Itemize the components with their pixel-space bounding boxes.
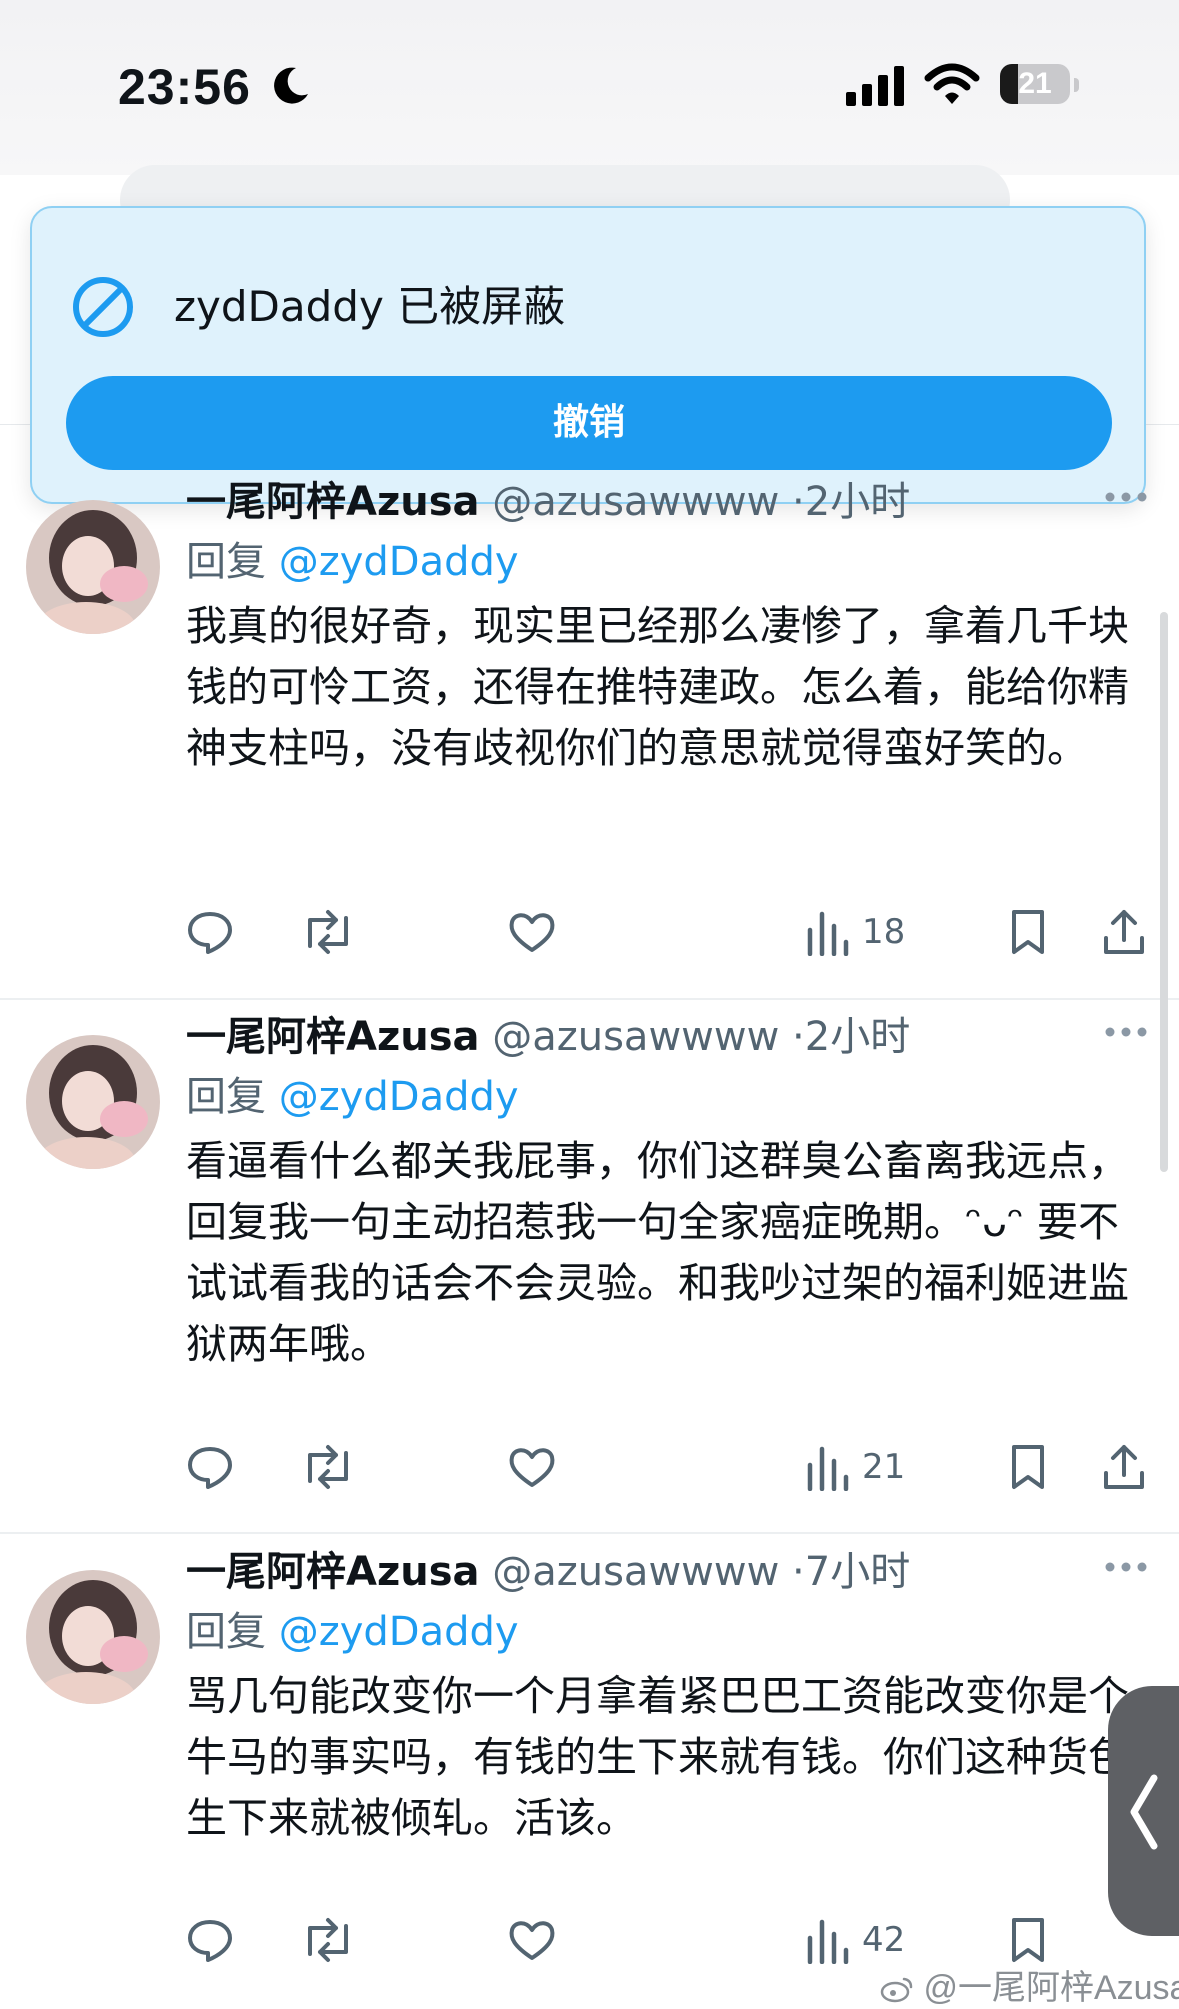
views-icon[interactable] [804, 1443, 852, 1491]
like-icon[interactable] [508, 908, 556, 956]
views-count: 42 [862, 1920, 906, 1960]
author-name[interactable]: 一尾阿梓Azusa [186, 1014, 480, 1060]
undo-button[interactable]: 撤销 [66, 376, 1112, 470]
share-icon[interactable] [1100, 908, 1148, 956]
reply-icon[interactable] [186, 1916, 234, 1964]
blocked-toast: zydDaddy 已被屏蔽 撤销 [30, 206, 1146, 504]
action-bar: 21 [186, 1443, 1146, 1493]
retweet-icon[interactable] [300, 1443, 356, 1491]
signal-icon [846, 66, 904, 106]
views-icon[interactable] [804, 908, 852, 956]
tweet-header: 一尾阿梓Azusa @azusawwww ·2小时 [186, 1009, 910, 1065]
avatar[interactable] [26, 500, 160, 634]
toast-message: zydDaddy 已被屏蔽 [174, 282, 566, 331]
reply-icon[interactable] [186, 908, 234, 956]
reply-mention[interactable]: @zydDaddy [279, 1074, 519, 1120]
reply-context: 回复 @zydDaddy [186, 534, 519, 590]
author-handle[interactable]: @azusawwww [492, 1549, 779, 1595]
like-icon[interactable] [508, 1443, 556, 1491]
author-name[interactable]: 一尾阿梓Azusa [186, 479, 480, 525]
status-time: 23:56 [118, 59, 251, 115]
action-bar: 18 [186, 908, 1146, 958]
reply-mention[interactable]: @zydDaddy [279, 1609, 519, 1655]
reply-context: 回复 @zydDaddy [186, 1069, 519, 1125]
tweet-text: 骂几句能改变你一个月拿着紧巴巴工资能改变你是个牛马的事实吗，有钱的生下来就有钱。… [186, 1672, 1129, 1842]
scroll-indicator[interactable] [1160, 612, 1168, 1172]
author-handle[interactable]: @azusawwww [492, 1014, 779, 1060]
battery-nub [1074, 78, 1079, 92]
tweet-divider [0, 1532, 1179, 1534]
moon-icon [274, 67, 308, 104]
views-icon[interactable] [804, 1916, 852, 1964]
reply-prefix: 回复 [186, 539, 266, 585]
reply-context: 回复 @zydDaddy [186, 1604, 519, 1660]
reply-prefix: 回复 [186, 1609, 266, 1655]
blocked-icon [73, 277, 133, 337]
tweet-text: 看逼看什么都关我屁事，你们这群臭公畜离我远点，回复我一句主动招惹我一句全家癌症晚… [186, 1137, 1129, 1368]
weibo-icon [880, 1977, 913, 2003]
tweet-time: ·2小时 [792, 1014, 911, 1060]
bookmark-icon[interactable] [1004, 1443, 1052, 1491]
retweet-icon[interactable] [300, 908, 356, 956]
battery-icon: 21 [1000, 64, 1070, 104]
wifi-icon [924, 63, 980, 104]
retweet-icon[interactable] [300, 1916, 356, 1964]
tweet-header: 一尾阿梓Azusa @azusawwww ·7小时 [186, 1544, 910, 1600]
tweet-header: 一尾阿梓Azusa @azusawwww ·2小时 [186, 474, 910, 530]
tweet-time: ·7小时 [792, 1549, 911, 1595]
avatar[interactable] [26, 1035, 160, 1169]
tweet-divider [0, 998, 1179, 1000]
more-icon[interactable] [1104, 1025, 1148, 1039]
bookmark-icon[interactable] [1004, 1916, 1052, 1964]
reply-icon[interactable] [186, 1443, 234, 1491]
battery-level: 21 [1018, 67, 1052, 100]
like-icon[interactable] [508, 1916, 556, 1964]
views-count: 21 [862, 1447, 906, 1487]
watermark-text: @一尾阿梓Azusa [923, 1969, 1179, 2007]
reply-mention[interactable]: @zydDaddy [279, 539, 519, 585]
more-icon[interactable] [1104, 490, 1148, 504]
status-bar: 23:56 21 [0, 0, 1179, 175]
tweet-time: ·2小时 [792, 479, 911, 525]
author-handle[interactable]: @azusawwww [492, 479, 779, 525]
avatar[interactable] [26, 1570, 160, 1704]
views-count: 18 [862, 912, 906, 952]
bookmark-icon[interactable] [1004, 908, 1052, 956]
share-icon[interactable] [1100, 1443, 1148, 1491]
back-handle[interactable] [1108, 1686, 1179, 1936]
tweet-text: 我真的很好奇，现实里已经那么凄惨了，拿着几千块钱的可怜工资，还得在推特建政。怎么… [186, 602, 1129, 772]
action-bar: 42 [186, 1916, 1146, 1966]
more-icon[interactable] [1104, 1560, 1148, 1574]
back-chevron-icon [1130, 1774, 1158, 1850]
author-name[interactable]: 一尾阿梓Azusa [186, 1549, 480, 1595]
watermark: @一尾阿梓Azusa [880, 1960, 1179, 2009]
reply-prefix: 回复 [186, 1074, 266, 1120]
